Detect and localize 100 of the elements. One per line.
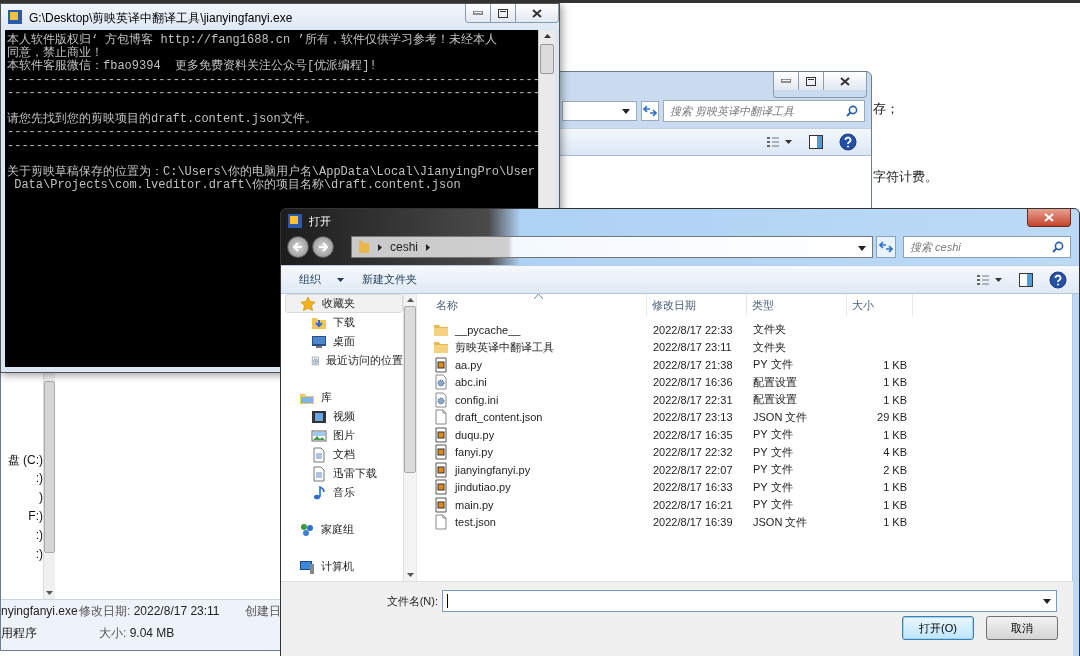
preview-pane-icon[interactable] [809, 135, 823, 149]
search-icon[interactable] [1052, 241, 1064, 253]
column-header[interactable]: 名称 [431, 294, 647, 316]
file-row[interactable]: jianyingfanyi.py 2022/8/17 22:07 PY 文件 2 KB [431, 461, 1072, 479]
sidebar-item[interactable]: 视频 [285, 407, 403, 426]
forward-button[interactable] [312, 236, 334, 258]
drive-item[interactable]: :) [1, 547, 43, 563]
cancel-button[interactable]: 取消 [986, 616, 1058, 640]
script-file-icon [433, 356, 449, 373]
table-cell-text: 配置设置 [752, 374, 798, 390]
close-button[interactable] [1027, 209, 1071, 227]
table-cell-text: PY 文件 [752, 497, 794, 513]
table-cell-text: 2022/8/17 16:21 [652, 498, 734, 511]
sidebar-item[interactable]: 最近访问的位置 [285, 351, 403, 370]
filename-field[interactable] [442, 590, 1057, 612]
maximize-button[interactable] [491, 4, 516, 22]
table-cell-text: 2022/8/17 16:39 [652, 516, 734, 529]
scroll-up-arrow-icon[interactable] [406, 298, 414, 302]
column-header[interactable]: 修改日期 [647, 294, 747, 316]
console-line: -------------------------------------------------------------------------- [7, 139, 536, 153]
file-row[interactable]: test.json 2022/8/17 16:39 JSON 文件 1 KB [431, 513, 1072, 531]
column-header[interactable]: 大小 [847, 294, 913, 316]
table-cell-text: 1 KB [882, 376, 908, 389]
sidebar-item[interactable]: 库 [285, 388, 403, 407]
sidebar-item[interactable]: 迅雷下载 [285, 464, 403, 483]
toolbar-button[interactable]: 新建文件夹 [356, 269, 423, 290]
table-cell-text: 2022/8/17 16:36 [652, 376, 734, 389]
created-label: 创建日 [245, 602, 282, 620]
scrollbar[interactable] [403, 294, 417, 581]
file-name: main.py [455, 498, 494, 511]
maximize-icon [498, 8, 508, 18]
scroll-down-arrow-icon[interactable] [406, 573, 414, 577]
file-row[interactable]: abc.ini 2022/8/17 16:36 配置设置 1 KB [431, 373, 1072, 391]
scroll-thumb[interactable] [44, 381, 55, 553]
sidebar-item[interactable]: 计算机 [285, 557, 403, 576]
console-line: 本软件客服微信：fbao9394 更多免费资料关注公众号[优派编程]! [7, 60, 378, 74]
scroll-thumb[interactable] [540, 44, 554, 74]
folder-icon [433, 339, 449, 356]
view-options-icon[interactable] [767, 136, 793, 148]
file-row[interactable]: jindutiao.py 2022/8/17 16:33 PY 文件 1 KB [431, 478, 1072, 496]
table-cell-text: 2022/8/17 22:31 [652, 393, 734, 406]
open-button[interactable]: 打开(O) [902, 616, 974, 640]
table-cell-text: 1 KB [882, 428, 908, 441]
back-button[interactable] [287, 236, 309, 258]
sidebar-item[interactable]: 图片 [285, 426, 403, 445]
file-row[interactable]: duqu.py 2022/8/17 16:35 PY 文件 1 KB [431, 426, 1072, 444]
image-icon [311, 427, 327, 444]
document-text: 存； [873, 100, 900, 118]
table-cell-text: 29 KB [876, 411, 908, 424]
sidebar-item[interactable]: 桌面 [285, 332, 403, 351]
help-icon[interactable] [839, 133, 857, 151]
file-name: 剪映英译中翻译工具 [455, 339, 554, 355]
view-options-icon[interactable] [977, 273, 1003, 286]
column-header[interactable]: 类型 [747, 294, 847, 316]
drive-item[interactable]: :) [1, 528, 43, 544]
scroll-up-arrow-icon[interactable] [543, 34, 551, 38]
sidebar-item[interactable]: 下载 [285, 313, 403, 332]
sidebar-item[interactable]: 收藏夹 [285, 294, 403, 313]
sidebar-item[interactable]: 文档 [285, 445, 403, 464]
close-button[interactable] [516, 4, 558, 22]
address-bar[interactable] [562, 101, 637, 121]
file-name: duqu.py [455, 428, 495, 441]
drive-item[interactable]: ) [1, 490, 43, 506]
close-button[interactable] [824, 72, 866, 90]
document-text: 字符计费。 [873, 168, 938, 186]
file-type: 用程序 [1, 624, 38, 642]
drive-item[interactable]: F:) [1, 509, 43, 525]
search-field[interactable]: 搜索 剪映英译中翻译工具 [663, 100, 865, 122]
file-name: jindutiao.py [455, 481, 511, 494]
search-field[interactable]: 搜索 ceshi [903, 236, 1071, 258]
help-icon[interactable] [1049, 270, 1067, 289]
sidebar-item[interactable]: 音乐 [285, 483, 403, 502]
file-row[interactable]: aa.py 2022/8/17 21:38 PY 文件 1 KB [431, 356, 1072, 374]
refresh-button[interactable] [641, 101, 659, 121]
file-row[interactable]: main.py 2022/8/17 16:21 PY 文件 1 KB [431, 496, 1072, 514]
sidebar-item[interactable]: 家庭组 [285, 520, 403, 539]
file-row[interactable]: fanyi.py 2022/8/17 22:32 PY 文件 4 KB [431, 443, 1072, 461]
drive-item[interactable]: 盘 (C:) [1, 452, 43, 468]
address-bar[interactable]: ceshi [351, 236, 873, 258]
file-row[interactable]: __pycache__ 2022/8/17 22:33 文件夹 [431, 321, 1072, 339]
search-icon[interactable] [846, 105, 858, 117]
console-line: 请您先找到您的剪映项目的draft.content.json文件。 [7, 113, 318, 127]
scroll-thumb[interactable] [404, 306, 416, 473]
preview-pane-icon[interactable] [1019, 272, 1033, 287]
refresh-button[interactable] [876, 236, 896, 258]
drive-item[interactable]: :) [1, 471, 43, 487]
file-row[interactable]: config.ini 2022/8/17 22:31 配置设置 1 KB [431, 391, 1072, 409]
breadcrumb-item[interactable]: ceshi [390, 240, 418, 254]
file-row[interactable]: 剪映英译中翻译工具 2022/8/17 23:11 文件夹 [431, 338, 1072, 356]
scroll-down-arrow-icon[interactable] [46, 591, 53, 595]
refresh-icon [643, 105, 657, 117]
table-cell-text: PY 文件 [752, 427, 794, 443]
file-row[interactable]: draft_content.json 2022/8/17 23:13 JSON 文件 29 KB [431, 408, 1072, 426]
document-icon [311, 446, 327, 463]
maximize-button[interactable] [799, 72, 824, 90]
chevron-icon[interactable] [378, 243, 382, 251]
chevron-icon[interactable] [426, 243, 430, 251]
menu-button[interactable]: 组织 [293, 269, 350, 290]
window-title: G:\Desktop\剪映英译中翻译工具\jianyingfanyi.exe [29, 10, 294, 27]
file-size: 大小: 9.04 MB [98, 624, 176, 642]
